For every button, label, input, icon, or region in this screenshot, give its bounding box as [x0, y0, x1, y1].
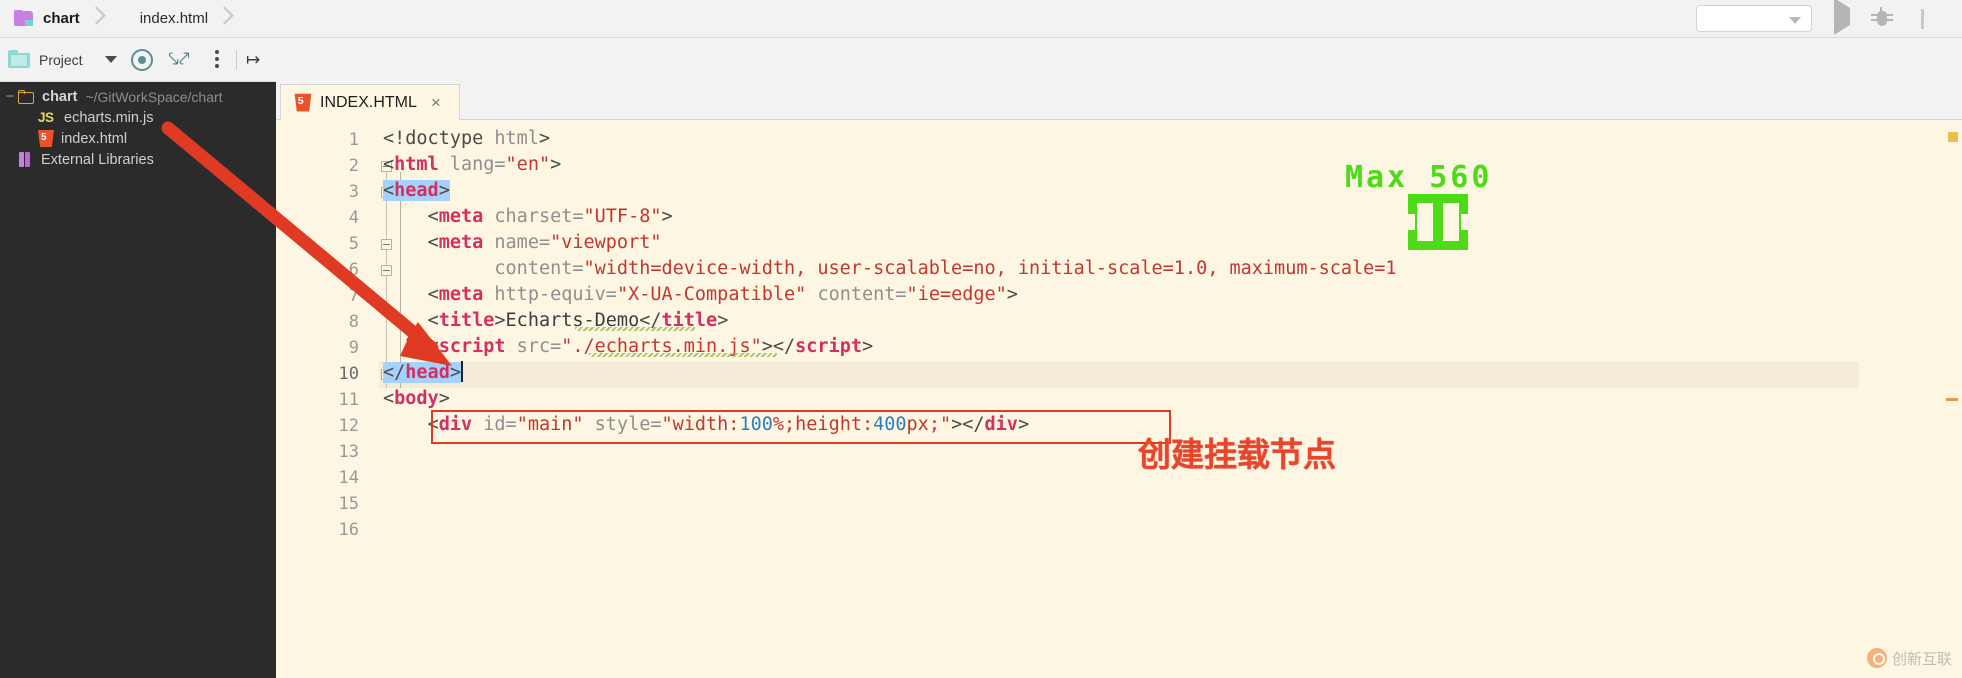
toolbar-divider: [236, 50, 237, 70]
tree-row-external-libraries[interactable]: External Libraries: [0, 149, 276, 170]
tree-item-label: index.html: [61, 130, 128, 147]
breadcrumb-item-file[interactable]: index.html: [110, 0, 212, 38]
text-caret: [460, 361, 463, 382]
line-number: 8: [348, 312, 359, 332]
tree-row-echarts[interactable]: JS echarts.min.js: [0, 107, 276, 128]
line-number: 15: [338, 494, 359, 514]
js-file-icon: JS: [38, 109, 54, 125]
line-number: 14: [338, 468, 359, 488]
more-options-icon[interactable]: [213, 50, 221, 70]
breadcrumb-item-project[interactable]: chart: [0, 0, 84, 38]
line-number: 9: [348, 338, 359, 358]
tab-index-html[interactable]: 5 INDEX.HTML ×: [280, 84, 460, 120]
run-button[interactable]: [1834, 0, 1854, 35]
red-highlight-box: [431, 410, 1171, 444]
collapse-toggle-icon[interactable]: −: [2, 88, 18, 105]
code-line-6: content="width=device-width, user-scalab…: [494, 258, 1397, 279]
folder-icon: [18, 89, 35, 104]
line-number: 13: [338, 442, 359, 462]
code-line-1: <!doctype html>: [383, 128, 551, 149]
code-line-11: <body>: [383, 388, 450, 409]
project-panel-header: Project ⤥⤤ ↦: [0, 38, 276, 82]
project-folder-icon: [8, 50, 31, 69]
code-content[interactable]: <!doctype html> <html lang="en"> <head> …: [379, 120, 1962, 678]
play-icon: [1834, 0, 1850, 35]
library-icon: [18, 151, 34, 168]
line-number: 2: [348, 156, 359, 176]
code-editor[interactable]: 1 2 3 4 5 6 7 8 9 10 11 12 13 14 15 16 <…: [276, 120, 1962, 678]
editor-gutter: 1 2 3 4 5 6 7 8 9 10 11 12 13 14 15 16: [276, 120, 379, 678]
target-icon[interactable]: [131, 49, 153, 71]
html-file-icon: 5: [38, 130, 54, 147]
code-line-2: <html lang="en">: [383, 154, 562, 175]
folder-icon: [14, 10, 34, 27]
tab-label: INDEX.HTML: [320, 93, 417, 111]
line-number: 11: [338, 390, 359, 410]
top-breadcrumb-bar: chart index.html: [0, 0, 1962, 38]
tree-row-chart[interactable]: − chart ~/GitWorkSpace/chart: [0, 86, 276, 107]
line-number: 4: [348, 208, 359, 228]
tree-item-label: External Libraries: [41, 151, 154, 168]
inspection-squiggle: [589, 353, 777, 357]
code-line-3: <head>: [383, 180, 450, 201]
scrollbar-warning-marker[interactable]: [1948, 132, 1958, 142]
line-number: 16: [338, 520, 359, 540]
close-icon[interactable]: ×: [431, 94, 441, 111]
chevron-right-icon-2: [212, 0, 238, 38]
line-number-current: 10: [338, 364, 359, 384]
code-line-5: <meta name="viewport": [427, 232, 662, 253]
watermark-logo-icon: [1866, 648, 1887, 668]
line-number: 1: [348, 130, 359, 150]
code-line-4: <meta charset="UTF-8">: [427, 206, 673, 227]
scrollbar-marker[interactable]: [1946, 398, 1958, 401]
watermark-text: 创新互联: [1891, 649, 1952, 668]
code-line-10: </head>: [383, 361, 463, 383]
site-watermark: 创新互联: [1866, 646, 1952, 670]
line-number: 5: [348, 234, 359, 254]
tree-item-label: echarts.min.js: [64, 109, 154, 126]
line-number: 7: [348, 286, 359, 306]
html-file-icon: 5: [294, 93, 312, 112]
code-line-7: <meta http-equiv="X-UA-Compatible" conte…: [427, 284, 1018, 305]
annotation-note-text: 创建挂载节点: [1138, 435, 1336, 474]
more-toolbar-icon[interactable]: [1921, 9, 1924, 29]
line-number: 12: [338, 416, 359, 436]
tree-item-label: chart: [42, 88, 78, 105]
project-panel-title: Project: [39, 51, 83, 68]
breadcrumb-file-label: index.html: [139, 10, 209, 27]
tree-item-path: ~/GitWorkSpace/chart: [85, 88, 223, 105]
line-number: 3: [348, 182, 359, 202]
breadcrumb-project-label: chart: [43, 10, 80, 27]
chevron-down-icon: [1789, 17, 1801, 24]
chevron-down-icon[interactable]: [104, 56, 117, 63]
project-tree: − chart ~/GitWorkSpace/chart JS echarts.…: [0, 82, 276, 678]
editor-tab-strip: 5 INDEX.HTML ×: [276, 38, 1962, 120]
hide-panel-icon[interactable]: ↦: [246, 50, 270, 70]
max-label-watermark: Max 560: [1345, 160, 1493, 195]
run-configuration-selector[interactable]: [1696, 5, 1812, 32]
line-number: 6: [348, 260, 359, 280]
green-bracket-icon: [1405, 194, 1471, 250]
inspection-squiggle: [575, 327, 695, 331]
chevron-right-icon: [84, 0, 110, 38]
tree-row-index-html[interactable]: 5 index.html: [0, 128, 276, 149]
collapse-all-icon[interactable]: ⤥⤤: [168, 50, 190, 70]
debug-button[interactable]: [1870, 7, 1894, 31]
